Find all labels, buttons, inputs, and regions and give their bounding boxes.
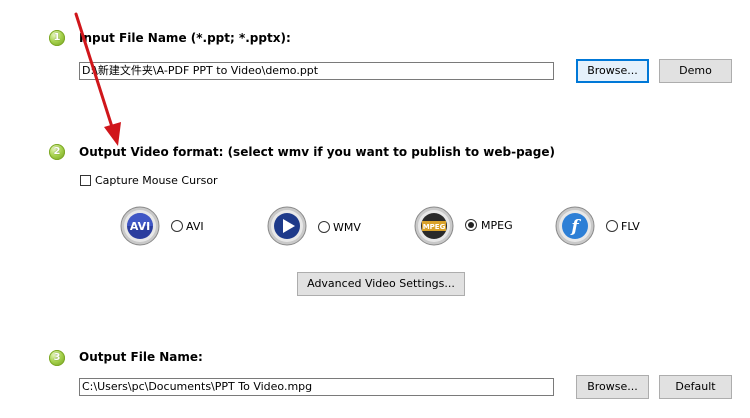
annotation-arrow — [74, 12, 121, 146]
